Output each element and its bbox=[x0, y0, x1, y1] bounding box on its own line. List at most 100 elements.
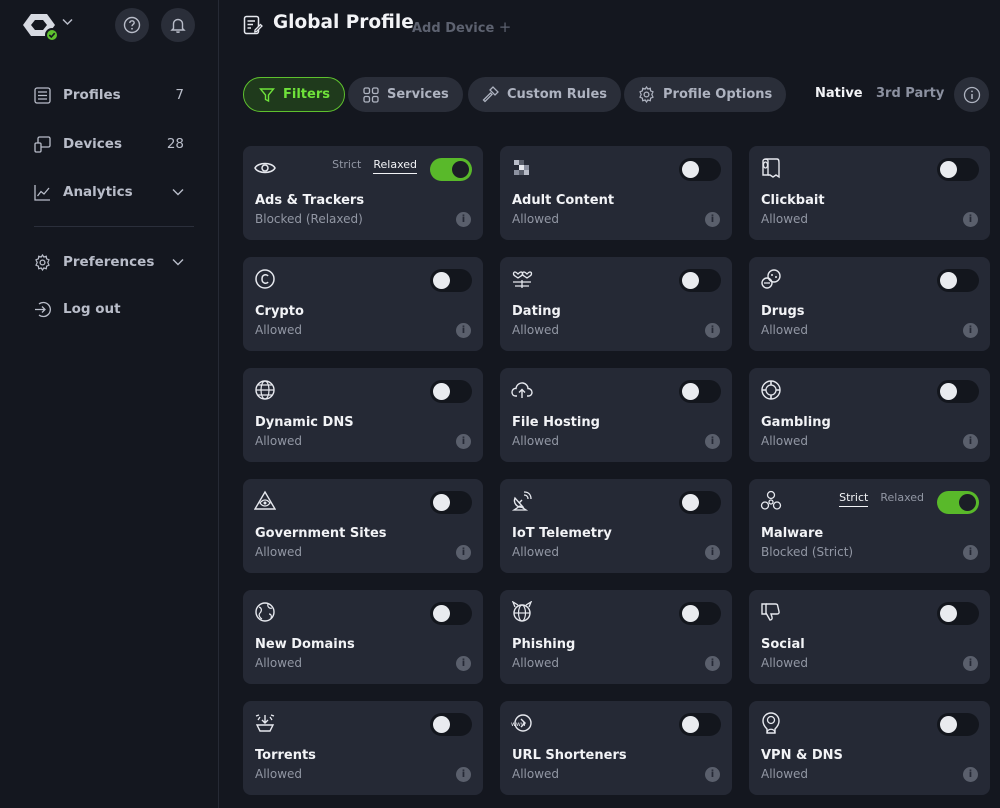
filter-toggle[interactable] bbox=[679, 269, 721, 292]
tab-custom-rules[interactable]: Custom Rules bbox=[468, 77, 622, 112]
filter-status: Allowed bbox=[761, 656, 809, 670]
filter-card-phishing: Phishing Allowed i bbox=[500, 590, 732, 684]
filter-name: VPN & DNS bbox=[761, 748, 843, 763]
info-icon[interactable]: i bbox=[456, 545, 471, 560]
grid-icon bbox=[362, 86, 379, 103]
filter-name: Adult Content bbox=[512, 193, 615, 208]
info-icon[interactable]: i bbox=[963, 323, 978, 338]
filter-status: Blocked (Strict) bbox=[761, 545, 854, 559]
sidebar-item-analytics[interactable]: Analytics bbox=[34, 181, 184, 203]
sidebar-item-devices[interactable]: Devices 28 bbox=[34, 133, 184, 155]
filter-status: Allowed bbox=[761, 212, 809, 226]
biohazard-icon bbox=[760, 490, 782, 512]
toggle-knob bbox=[682, 383, 699, 400]
analytics-icon bbox=[34, 184, 51, 201]
filter-toggle[interactable] bbox=[679, 380, 721, 403]
info-icon[interactable]: i bbox=[705, 656, 720, 671]
toggle-knob bbox=[433, 494, 450, 511]
filter-toggle[interactable] bbox=[937, 380, 979, 403]
tab-profile-options[interactable]: Profile Options bbox=[624, 77, 787, 112]
filter-name: New Domains bbox=[255, 637, 355, 652]
tab-label: Filters bbox=[283, 87, 330, 102]
filter-status: Allowed bbox=[761, 434, 809, 448]
mode-strict[interactable]: Strict bbox=[332, 158, 361, 174]
sidebar-item-preferences[interactable]: Preferences bbox=[34, 251, 184, 273]
tab-label: Profile Options bbox=[663, 87, 773, 102]
filters-grid: Ads & Trackers Blocked (Relaxed) i Strict Re… bbox=[243, 146, 990, 795]
info-icon[interactable]: i bbox=[963, 545, 978, 560]
info-icon[interactable]: i bbox=[456, 323, 471, 338]
filter-toggle[interactable] bbox=[937, 491, 979, 514]
source-third-party[interactable]: 3rd Party bbox=[876, 86, 944, 101]
filter-name: Phishing bbox=[512, 637, 576, 652]
info-button[interactable] bbox=[954, 77, 989, 112]
mode-relaxed[interactable]: Relaxed bbox=[373, 158, 417, 174]
chevron-down-icon[interactable] bbox=[172, 258, 184, 266]
filter-toggle[interactable] bbox=[679, 713, 721, 736]
sidebar-item-logout[interactable]: Log out bbox=[34, 298, 184, 320]
filter-toggle[interactable] bbox=[937, 602, 979, 625]
filter-name: File Hosting bbox=[512, 415, 600, 430]
help-icon bbox=[123, 16, 141, 34]
filter-toggle[interactable] bbox=[430, 491, 472, 514]
filter-toggle[interactable] bbox=[430, 269, 472, 292]
filter-status: Allowed bbox=[255, 767, 303, 781]
filter-toggle[interactable] bbox=[430, 380, 472, 403]
filter-card-gambling: Gambling Allowed i bbox=[749, 368, 990, 462]
sidebar-item-label: Log out bbox=[63, 301, 121, 317]
filter-card-ads-and-trackers: Ads & Trackers Blocked (Relaxed) i Strict Re… bbox=[243, 146, 483, 240]
filter-toggle[interactable] bbox=[430, 602, 472, 625]
notifications-button[interactable] bbox=[161, 8, 195, 42]
url-shortener-icon: www bbox=[511, 712, 533, 734]
filter-status: Allowed bbox=[761, 767, 809, 781]
toggle-knob bbox=[433, 383, 450, 400]
filter-toggle[interactable] bbox=[937, 269, 979, 292]
globe-spark-icon bbox=[254, 601, 276, 623]
chevron-down-icon[interactable] bbox=[62, 18, 73, 26]
info-icon[interactable]: i bbox=[456, 767, 471, 782]
logout-icon bbox=[34, 301, 51, 318]
info-icon[interactable]: i bbox=[705, 545, 720, 560]
info-icon[interactable]: i bbox=[963, 767, 978, 782]
filter-toggle[interactable] bbox=[679, 491, 721, 514]
dating-icon bbox=[511, 268, 533, 290]
info-icon[interactable]: i bbox=[456, 434, 471, 449]
filter-toggle[interactable] bbox=[679, 602, 721, 625]
filter-toggle[interactable] bbox=[937, 713, 979, 736]
profile-edit-icon bbox=[243, 15, 263, 35]
info-icon[interactable]: i bbox=[705, 212, 720, 227]
info-icon[interactable]: i bbox=[963, 212, 978, 227]
filter-card-malware: Malware Blocked (Strict) i Strict Relaxed bbox=[749, 479, 990, 573]
info-icon[interactable]: i bbox=[705, 434, 720, 449]
add-device-label: Add Device bbox=[412, 21, 495, 36]
filter-toggle[interactable] bbox=[430, 158, 472, 181]
source-native[interactable]: Native bbox=[815, 86, 863, 101]
toilet-paper-icon bbox=[760, 157, 782, 179]
toggle-knob bbox=[959, 494, 976, 511]
tab-services[interactable]: Services bbox=[348, 77, 463, 112]
info-icon[interactable]: i bbox=[456, 212, 471, 227]
info-icon[interactable]: i bbox=[705, 323, 720, 338]
sidebar-divider bbox=[34, 226, 194, 227]
info-icon[interactable]: i bbox=[705, 767, 720, 782]
sidebar-item-label: Devices bbox=[63, 136, 122, 152]
add-device-button[interactable]: Add Device + bbox=[412, 18, 511, 36]
info-icon[interactable]: i bbox=[963, 656, 978, 671]
info-icon[interactable]: i bbox=[963, 434, 978, 449]
filter-name: Ads & Trackers bbox=[255, 193, 365, 208]
app-logo[interactable] bbox=[22, 11, 58, 41]
tab-filters[interactable]: Filters bbox=[243, 77, 345, 112]
help-button[interactable] bbox=[115, 8, 149, 42]
mode-strict[interactable]: Strict bbox=[839, 491, 869, 507]
filter-toggle[interactable] bbox=[679, 158, 721, 181]
filter-status: Allowed bbox=[512, 545, 560, 559]
chevron-down-icon[interactable] bbox=[172, 188, 184, 196]
sidebar-item-label: Analytics bbox=[63, 184, 133, 200]
mode-relaxed[interactable]: Relaxed bbox=[880, 491, 924, 507]
sidebar-item-profiles[interactable]: Profiles 7 bbox=[34, 84, 184, 106]
filter-toggle[interactable] bbox=[937, 158, 979, 181]
filter-icon bbox=[258, 86, 275, 103]
filter-toggle[interactable] bbox=[430, 713, 472, 736]
gear-icon bbox=[638, 86, 655, 103]
info-icon[interactable]: i bbox=[456, 656, 471, 671]
